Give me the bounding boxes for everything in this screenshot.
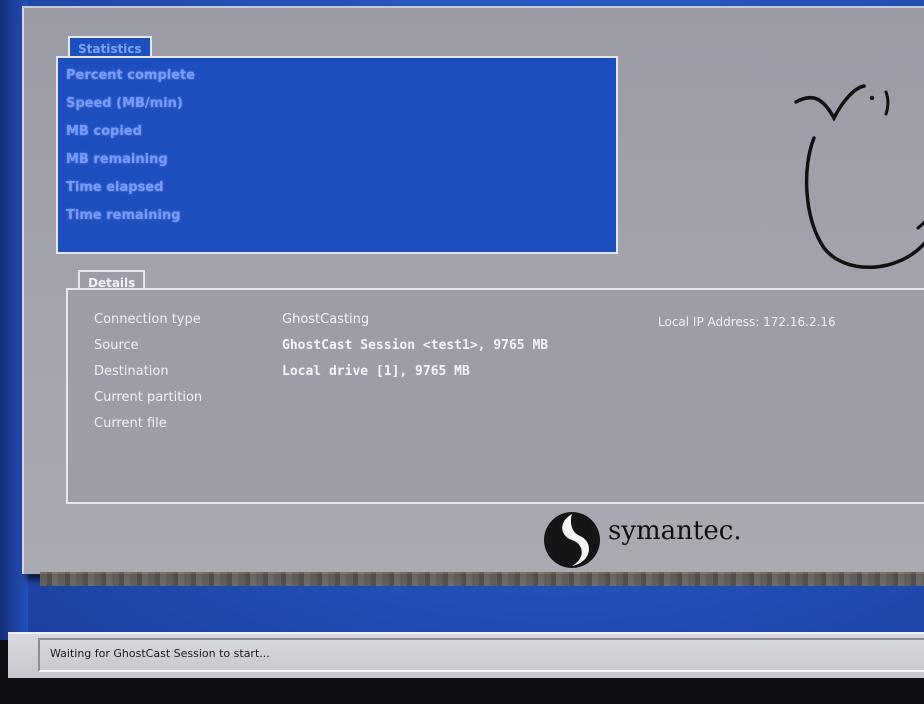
local-ip-address: Local IP Address: 172.16.2.16 — [658, 315, 836, 329]
status-field: Waiting for GhostCast Session to start..… — [38, 638, 924, 672]
speed-label: Speed (MB/min) — [66, 96, 183, 111]
destination-label: Destination — [94, 364, 169, 379]
connection-type-value: GhostCasting — [282, 312, 370, 327]
status-bar: Waiting for GhostCast Session to start..… — [8, 632, 924, 678]
symantec-logo-icon — [544, 512, 600, 568]
destination-value: Local drive [1], 9765 MB — [282, 364, 470, 379]
current-file-label: Current file — [94, 416, 167, 431]
ghost-logo-icon — [794, 84, 924, 269]
mb-remaining-label: MB remaining — [66, 152, 168, 167]
time-remaining-label: Time remaining — [66, 208, 181, 223]
mb-copied-label: MB copied — [66, 124, 142, 139]
symantec-wordmark: symantec. — [608, 516, 742, 546]
connection-type-label: Connection type — [94, 312, 201, 327]
time-elapsed-label: Time elapsed — [66, 180, 164, 195]
percent-complete-label: Percent complete — [66, 68, 196, 83]
window-shadow — [40, 572, 924, 586]
status-message: Waiting for GhostCast Session to start..… — [50, 647, 270, 660]
ghost-main-window: Statistics Percent complete Speed (MB/mi… — [22, 6, 924, 574]
source-value: GhostCast Session <test1>, 9765 MB — [282, 338, 549, 353]
source-label: Source — [94, 338, 139, 353]
current-partition-label: Current partition — [94, 390, 203, 405]
statistics-panel: Percent complete Speed (MB/min) MB copie… — [56, 56, 618, 254]
details-panel: Connection type GhostCasting Local IP Ad… — [66, 288, 924, 504]
